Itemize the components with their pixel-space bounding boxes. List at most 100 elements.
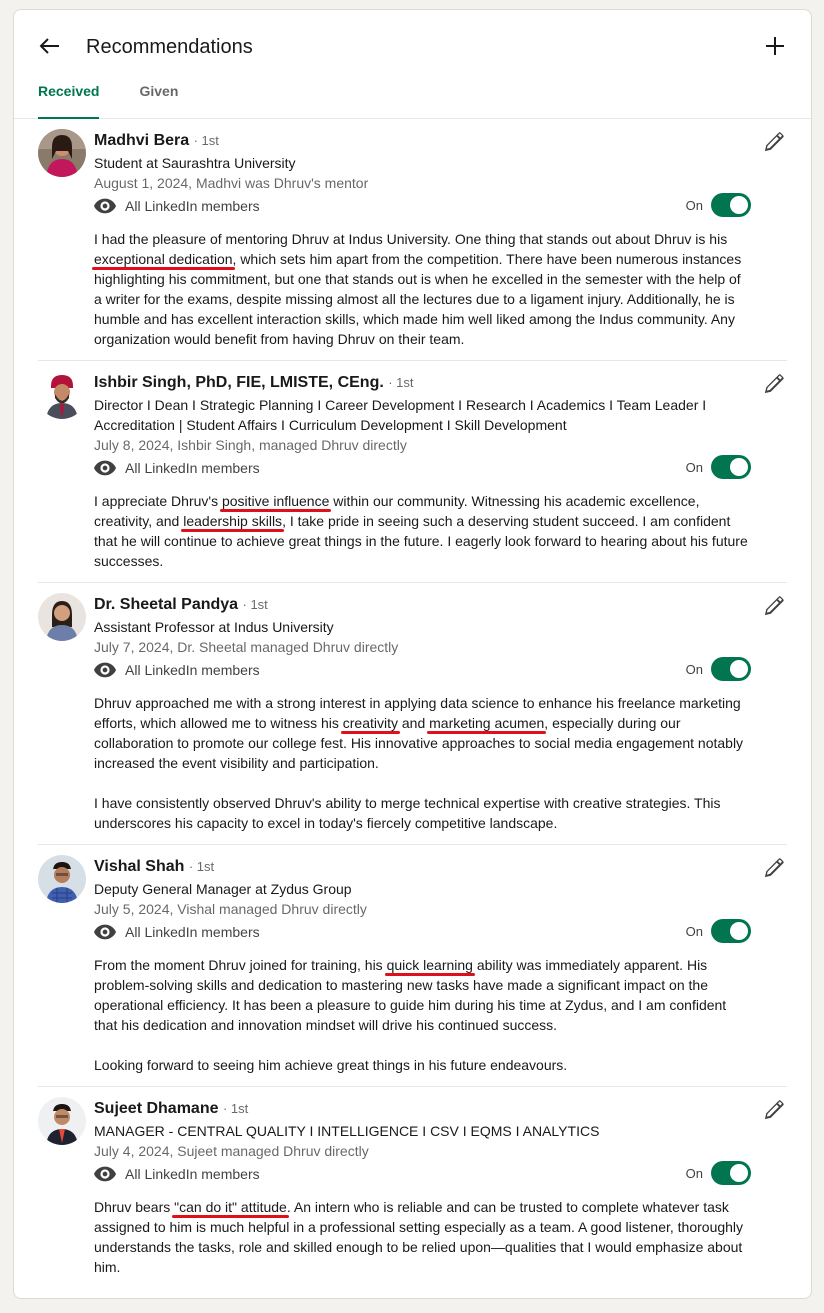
avatar[interactable]	[38, 129, 86, 177]
recommendation-date-relationship: July 7, 2024, Dr. Sheetal managed Dhruv …	[94, 639, 399, 655]
recommendation-paragraph: Dhruv approached me with a strong intere…	[94, 693, 751, 773]
highlighted-phrase: positive influence	[221, 493, 330, 509]
add-recommendation-button[interactable]	[761, 32, 789, 60]
recommendation-date-relationship: August 1, 2024, Madhvi was Dhruv's mento…	[94, 175, 369, 191]
recommendation-date-relationship: July 8, 2024, Ishbir Singh, managed Dhru…	[94, 437, 407, 453]
name-line: Sujeet Dhamane · 1st	[94, 1087, 751, 1121]
highlighted-phrase: marketing acumen	[429, 715, 545, 731]
recommendation-text: From the moment Dhruv joined for trainin…	[94, 944, 751, 1086]
header: Recommendations	[14, 10, 811, 82]
visibility-toggle[interactable]	[711, 657, 751, 681]
recommendation-text: I had the pleasure of mentoring Dhruv at…	[94, 218, 751, 360]
avatar[interactable]	[38, 1097, 86, 1145]
recommender-headline: Student at Saurashtra University	[94, 155, 296, 171]
page-title: Recommendations	[86, 36, 253, 58]
highlighted-phrase: quick learning	[386, 957, 473, 973]
recommendation-item: Dr. Sheetal Pandya · 1st Assistant Profes…	[38, 583, 787, 845]
recommendation-paragraph: I have consistently observed Dhruv's abi…	[94, 793, 751, 833]
edit-button[interactable]	[761, 593, 787, 619]
toggle-state-label: On	[685, 459, 703, 475]
visibility-toggle-wrap: On	[686, 455, 751, 479]
visibility-toggle[interactable]	[711, 919, 751, 943]
recommender-headline: Assistant Professor at Indus University	[94, 619, 334, 635]
recommendation-paragraph: I appreciate Dhruv's positive influence …	[94, 491, 751, 571]
visibility-toggle[interactable]	[711, 455, 751, 479]
pencil-icon	[764, 1100, 784, 1120]
recommendation-list: Madhvi Bera · 1st Student at Saurashtra U…	[14, 119, 811, 1288]
recommendation-item: Sujeet Dhamane · 1st MANAGER - CENTRAL QU…	[38, 1087, 787, 1288]
edit-button[interactable]	[761, 855, 787, 881]
connection-degree: · 1st	[242, 597, 268, 612]
recommendations-card: Recommendations Received Given Madhvi Be…	[13, 9, 812, 1299]
eye-icon	[94, 662, 116, 678]
visibility-label: All LinkedIn members	[125, 1166, 260, 1182]
avatar[interactable]	[38, 855, 86, 903]
visibility-label: All LinkedIn members	[125, 198, 260, 214]
name-line: Ishbir Singh, PhD, FIE, LMISTE, CEng. · …	[94, 361, 751, 395]
name-line: Dr. Sheetal Pandya · 1st	[94, 583, 751, 617]
pencil-icon	[764, 596, 784, 616]
connection-degree: · 1st	[388, 375, 414, 390]
name-line: Madhvi Bera · 1st	[94, 119, 751, 153]
visibility-label: All LinkedIn members	[125, 460, 260, 476]
text-segment: Dhruv bears	[94, 1199, 175, 1215]
tab-received[interactable]: Received	[38, 82, 100, 119]
text-segment: From the moment Dhruv joined for trainin…	[94, 957, 387, 973]
text-segment: I had the pleasure of mentoring Dhruv at…	[94, 231, 728, 247]
toggle-state-label: On	[685, 1165, 703, 1181]
back-button[interactable]	[36, 32, 64, 60]
toggle-state-label: On	[685, 923, 703, 939]
visibility-label: All LinkedIn members	[125, 662, 260, 678]
plus-icon	[766, 37, 784, 55]
visibility-toggle-wrap: On	[686, 1161, 751, 1185]
recommendation-item: Ishbir Singh, PhD, FIE, LMISTE, CEng. · …	[38, 361, 787, 583]
highlighted-phrase: creativity	[342, 715, 398, 731]
recommender-headline: MANAGER - CENTRAL QUALITY I INTELLIGENCE…	[94, 1123, 600, 1139]
eye-icon	[94, 1166, 116, 1182]
pencil-icon	[764, 374, 784, 394]
visibility-toggle-wrap: On	[686, 193, 751, 217]
recommender-name[interactable]: Ishbir Singh, PhD, FIE, LMISTE, CEng.	[94, 374, 384, 391]
tab-bar: Received Given	[14, 82, 811, 119]
recommender-name[interactable]: Dr. Sheetal Pandya	[94, 596, 238, 613]
recommendation-paragraph: Dhruv bears "can do it" attitude. An int…	[94, 1197, 751, 1277]
recommendation-paragraph: From the moment Dhruv joined for trainin…	[94, 955, 751, 1035]
connection-degree: · 1st	[193, 133, 219, 148]
avatar[interactable]	[38, 371, 86, 419]
recommendation-date-relationship: July 4, 2024, Sujeet managed Dhruv direc…	[94, 1143, 369, 1159]
pencil-icon	[764, 858, 784, 878]
recommender-headline: Director I Dean I Strategic Planning I C…	[94, 397, 707, 433]
visibility-toggle[interactable]	[711, 1161, 751, 1185]
visibility-row: All LinkedIn members On	[94, 1161, 751, 1186]
visibility-row: All LinkedIn members On	[94, 657, 751, 682]
tab-given[interactable]: Given	[139, 82, 178, 118]
edit-button[interactable]	[761, 1097, 787, 1123]
eye-icon	[94, 460, 116, 476]
recommendation-text: I appreciate Dhruv's positive influence …	[94, 480, 751, 582]
edit-button[interactable]	[761, 129, 787, 155]
recommender-name[interactable]: Madhvi Bera	[94, 132, 189, 149]
visibility-row: All LinkedIn members On	[94, 193, 751, 218]
recommendation-item: Madhvi Bera · 1st Student at Saurashtra U…	[38, 119, 787, 361]
text-segment: and	[397, 715, 430, 731]
recommendation-paragraph: Looking forward to seeing him achieve gr…	[94, 1055, 751, 1075]
text-segment: I appreciate Dhruv's	[94, 493, 222, 509]
text-segment: Looking forward to seeing him achieve gr…	[94, 1057, 568, 1073]
visibility-toggle[interactable]	[711, 193, 751, 217]
edit-button[interactable]	[761, 371, 787, 397]
visibility-toggle-wrap: On	[686, 657, 751, 681]
recommender-name[interactable]: Vishal Shah	[94, 858, 184, 875]
name-line: Vishal Shah · 1st	[94, 845, 751, 879]
highlighted-phrase: exceptional dedication	[94, 251, 233, 267]
recommender-name[interactable]: Sujeet Dhamane	[94, 1100, 218, 1117]
connection-degree: · 1st	[222, 1101, 249, 1116]
highlighted-phrase: leadership skills	[183, 513, 283, 529]
recommendation-paragraph: I had the pleasure of mentoring Dhruv at…	[94, 229, 751, 349]
connection-degree: · 1st	[188, 859, 215, 874]
recommendation-text: Dhruv bears "can do it" attitude. An int…	[94, 1186, 751, 1288]
recommender-headline: Deputy General Manager at Zydus Group	[94, 881, 352, 897]
text-segment: I have consistently observed Dhruv's abi…	[94, 795, 721, 831]
avatar[interactable]	[38, 593, 86, 641]
visibility-row: All LinkedIn members On	[94, 919, 751, 944]
toggle-state-label: On	[685, 197, 703, 213]
